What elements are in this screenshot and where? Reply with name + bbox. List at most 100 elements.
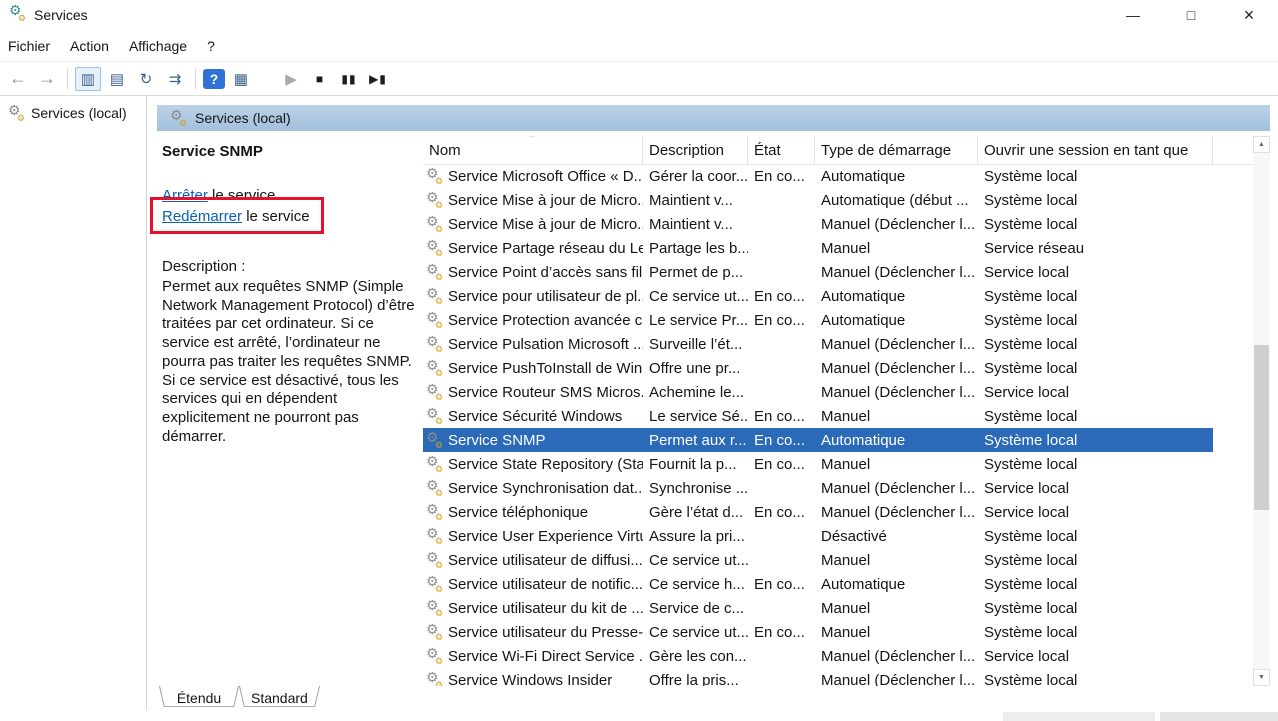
column-header-ouvrir-session[interactable]: Ouvrir une session en tant que bbox=[978, 136, 1213, 164]
menu-action[interactable]: Action bbox=[70, 38, 109, 54]
service-startup-type: Automatique (début ... bbox=[815, 188, 978, 212]
scrollbar-thumb[interactable] bbox=[1254, 345, 1269, 510]
service-state: En co... bbox=[748, 428, 815, 452]
show-action-pane-button[interactable]: ▦ bbox=[228, 67, 254, 91]
console-tree-panel: Services (local) bbox=[0, 96, 147, 710]
close-button[interactable]: × bbox=[1220, 0, 1278, 30]
service-gear-icon bbox=[426, 624, 442, 640]
service-name-cell: Service Microsoft Office « D... bbox=[423, 164, 643, 188]
service-startup-type: Automatique bbox=[815, 572, 978, 596]
service-row[interactable]: Service utilisateur du Presse-...Ce serv… bbox=[423, 620, 1213, 644]
column-header-description[interactable]: Description bbox=[643, 136, 748, 164]
service-startup-type: Automatique bbox=[815, 308, 978, 332]
service-gear-icon bbox=[426, 288, 442, 304]
service-row[interactable]: Service SNMPPermet aux r...En co...Autom… bbox=[423, 428, 1213, 452]
service-gear-icon bbox=[426, 648, 442, 664]
menu-fichier[interactable]: Fichier bbox=[8, 38, 50, 54]
service-gear-icon bbox=[426, 336, 442, 352]
back-button[interactable]: ← bbox=[5, 67, 31, 91]
menu-aide[interactable]: ? bbox=[207, 38, 215, 54]
main-panel: Services (local) Service SNMP Arrêter le… bbox=[147, 96, 1278, 710]
service-row[interactable]: Service utilisateur de diffusi...Ce serv… bbox=[423, 548, 1213, 572]
service-state bbox=[748, 548, 815, 572]
service-row[interactable]: Service pour utilisateur de pl...Ce serv… bbox=[423, 284, 1213, 308]
restart-service-button[interactable]: ▶▮ bbox=[365, 67, 391, 91]
column-header-type-de-demarrage[interactable]: Type de démarrage bbox=[815, 136, 978, 164]
service-name-cell: Service Wi-Fi Direct Service ... bbox=[423, 644, 643, 668]
service-state bbox=[748, 188, 815, 212]
service-name-cell: Service Protection avancée c... bbox=[423, 308, 643, 332]
description-text: Permet aux requêtes SNMP (Simple Network… bbox=[162, 278, 419, 446]
service-row[interactable]: Service téléphoniqueGère l’état d...En c… bbox=[423, 500, 1213, 524]
annotation-highlight-box bbox=[150, 197, 324, 234]
service-name-cell: Service utilisateur du kit de ... bbox=[423, 596, 643, 620]
service-row[interactable]: Service Pulsation Microsoft ...Surveille… bbox=[423, 332, 1213, 356]
tab-standard[interactable]: Standard bbox=[239, 686, 320, 710]
service-logon-as: Système local bbox=[978, 212, 1213, 236]
start-service-button[interactable]: ▶ bbox=[278, 67, 304, 91]
service-description: Service de c... bbox=[643, 596, 748, 620]
service-name: Service SNMP bbox=[448, 432, 546, 449]
service-row[interactable]: Service Wi-Fi Direct Service ...Gère les… bbox=[423, 644, 1213, 668]
service-description: Gère l’état d... bbox=[643, 500, 748, 524]
service-startup-type: Manuel (Déclencher l... bbox=[815, 212, 978, 236]
service-state bbox=[748, 596, 815, 620]
service-row[interactable]: Service Point d’accès sans fil ...Permet… bbox=[423, 260, 1213, 284]
refresh-button[interactable]: ↻ bbox=[133, 67, 159, 91]
stop-service-button[interactable]: ■ bbox=[307, 67, 333, 91]
tree-item-services-local[interactable]: Services (local) bbox=[0, 96, 146, 121]
service-state: En co... bbox=[748, 164, 815, 188]
column-header-etat[interactable]: État bbox=[748, 136, 815, 164]
show-console-tree-button[interactable]: ▥ bbox=[75, 67, 101, 91]
service-row[interactable]: Service Routeur SMS Micros...Achemine le… bbox=[423, 380, 1213, 404]
service-row[interactable]: Service State Repository (Sta...Fournit … bbox=[423, 452, 1213, 476]
scrollbar-up-icon[interactable]: ▲ bbox=[1253, 136, 1270, 153]
service-startup-type: Manuel (Déclencher l... bbox=[815, 260, 978, 284]
service-row[interactable]: Service utilisateur du kit de ...Service… bbox=[423, 596, 1213, 620]
service-name-cell: Service Synchronisation dat... bbox=[423, 476, 643, 500]
service-description: Ce service h... bbox=[643, 572, 748, 596]
service-logon-as: Système local bbox=[978, 668, 1213, 686]
help-button[interactable]: ? bbox=[203, 69, 225, 89]
service-row[interactable]: Service Microsoft Office « D...Gérer la … bbox=[423, 164, 1213, 188]
service-state bbox=[748, 524, 815, 548]
service-row[interactable]: Service Sécurité WindowsLe service Sé...… bbox=[423, 404, 1213, 428]
scrollbar-down-icon[interactable]: ▼ bbox=[1253, 669, 1270, 686]
service-name: Service Partage réseau du Le... bbox=[448, 240, 643, 257]
service-gear-icon bbox=[426, 600, 442, 616]
service-name-cell: Service pour utilisateur de pl... bbox=[423, 284, 643, 308]
tab-etendu[interactable]: Étendu bbox=[159, 686, 239, 710]
vertical-scrollbar[interactable]: ▲ ▼ bbox=[1253, 136, 1270, 686]
service-description: Surveille l’ét... bbox=[643, 332, 748, 356]
pause-service-button[interactable]: ▮▮ bbox=[336, 67, 362, 91]
service-row[interactable]: Service Protection avancée c...Le servic… bbox=[423, 308, 1213, 332]
service-startup-type: Automatique bbox=[815, 428, 978, 452]
menu-affichage[interactable]: Affichage bbox=[129, 38, 187, 54]
maximize-button[interactable]: □ bbox=[1162, 0, 1220, 30]
service-row[interactable]: Service Mise à jour de Micro...Maintient… bbox=[423, 188, 1213, 212]
service-gear-icon bbox=[426, 552, 442, 568]
forward-button[interactable]: → bbox=[34, 67, 60, 91]
column-header-label: Nom bbox=[429, 142, 461, 159]
service-name: Service Point d’accès sans fil ... bbox=[448, 264, 643, 281]
service-row[interactable]: Service Windows InsiderOffre la pris...M… bbox=[423, 668, 1213, 686]
minimize-button[interactable]: — bbox=[1104, 0, 1162, 30]
service-logon-as: Service local bbox=[978, 476, 1213, 500]
service-gear-icon bbox=[426, 504, 442, 520]
column-header-nom[interactable]: Nomˆ bbox=[423, 136, 643, 164]
service-gear-icon bbox=[426, 240, 442, 256]
service-description: Ce service ut... bbox=[643, 620, 748, 644]
service-startup-type: Automatique bbox=[815, 284, 978, 308]
properties-button[interactable]: ▤ bbox=[104, 67, 130, 91]
service-name-cell: Service Mise à jour de Micro... bbox=[423, 188, 643, 212]
service-row[interactable]: Service utilisateur de notific...Ce serv… bbox=[423, 572, 1213, 596]
service-logon-as: Système local bbox=[978, 332, 1213, 356]
service-startup-type: Manuel bbox=[815, 236, 978, 260]
export-list-button[interactable]: ⇉ bbox=[162, 67, 188, 91]
service-row[interactable]: Service Synchronisation dat...Synchronis… bbox=[423, 476, 1213, 500]
menubar: Fichier Action Affichage? bbox=[0, 30, 1278, 62]
service-row[interactable]: Service Mise à jour de Micro...Maintient… bbox=[423, 212, 1213, 236]
service-row[interactable]: Service PushToInstall de Win...Offre une… bbox=[423, 356, 1213, 380]
service-row[interactable]: Service User Experience Virtu...Assure l… bbox=[423, 524, 1213, 548]
service-row[interactable]: Service Partage réseau du Le...Partage l… bbox=[423, 236, 1213, 260]
